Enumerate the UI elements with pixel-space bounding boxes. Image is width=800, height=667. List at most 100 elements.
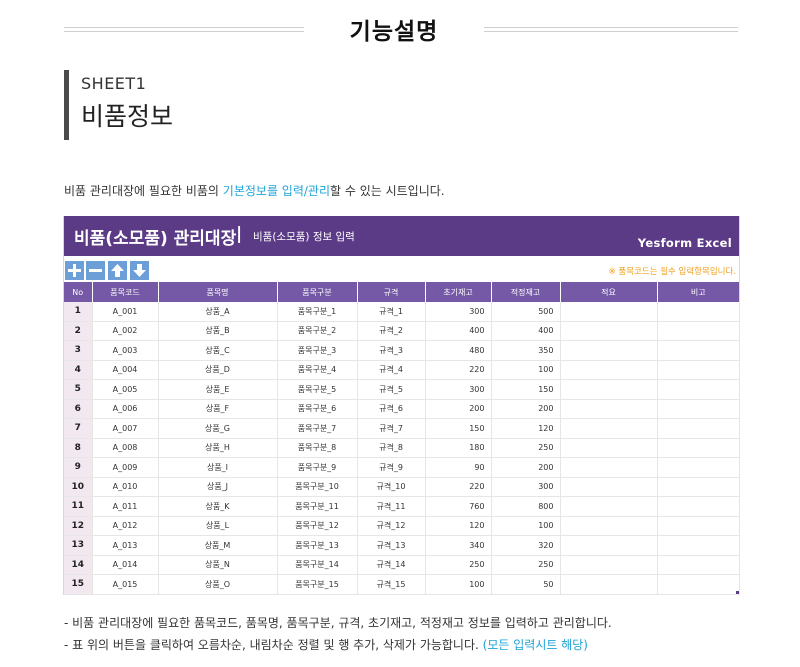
table-cell[interactable]: 800 <box>491 496 561 517</box>
table-cell[interactable]: 규격_14 <box>357 555 426 575</box>
table-cell[interactable] <box>657 555 740 575</box>
sort-descending-button[interactable] <box>130 261 149 280</box>
table-cell[interactable]: 규격_13 <box>357 535 426 556</box>
table-cell[interactable]: A_006 <box>92 399 159 419</box>
table-cell[interactable] <box>560 438 658 458</box>
table-cell[interactable]: A_011 <box>92 496 159 517</box>
table-cell[interactable]: 250 <box>491 555 561 575</box>
table-cell[interactable]: 상품_J <box>158 477 278 497</box>
table-cell[interactable]: 상품_H <box>158 438 278 458</box>
table-cell[interactable]: A_009 <box>92 457 159 478</box>
table-cell[interactable] <box>657 302 740 322</box>
table-cell[interactable]: 200 <box>491 399 561 419</box>
table-cell[interactable]: 품목구분_7 <box>277 418 358 439</box>
table-cell[interactable]: 규격_6 <box>357 399 426 419</box>
table-cell[interactable]: 300 <box>425 302 492 322</box>
table-cell[interactable]: 90 <box>425 457 492 478</box>
table-cell[interactable]: 350 <box>491 340 561 361</box>
table-cell[interactable]: A_012 <box>92 516 159 536</box>
table-cell[interactable] <box>657 535 740 556</box>
table-cell[interactable]: 상품_G <box>158 418 278 439</box>
table-cell[interactable]: 규격_7 <box>357 418 426 439</box>
table-cell[interactable]: 규격_4 <box>357 360 426 380</box>
table-cell[interactable]: 품목구분_1 <box>277 302 358 322</box>
table-cell[interactable]: 340 <box>425 535 492 556</box>
table-cell[interactable]: 품목구분_3 <box>277 340 358 361</box>
table-cell[interactable]: 품목구분_10 <box>277 477 358 497</box>
table-cell[interactable] <box>560 399 658 419</box>
table-cell[interactable]: 규격_2 <box>357 321 426 341</box>
table-cell[interactable] <box>657 360 740 380</box>
table-cell[interactable]: 300 <box>491 477 561 497</box>
table-cell[interactable]: 규격_5 <box>357 379 426 400</box>
table-cell[interactable]: A_010 <box>92 477 159 497</box>
table-cell[interactable]: 150 <box>491 379 561 400</box>
table-cell[interactable]: 250 <box>425 555 492 575</box>
table-cell[interactable] <box>560 496 658 517</box>
table-cell[interactable]: 상품_D <box>158 360 278 380</box>
table-cell[interactable]: 50 <box>491 574 561 595</box>
table-cell[interactable] <box>657 418 740 439</box>
table-cell[interactable]: 220 <box>425 360 492 380</box>
table-cell[interactable] <box>657 399 740 419</box>
table-cell[interactable]: 100 <box>491 360 561 380</box>
table-cell[interactable]: 품목구분_6 <box>277 399 358 419</box>
table-cell[interactable] <box>657 516 740 536</box>
table-cell[interactable] <box>657 457 740 478</box>
table-cell[interactable]: 400 <box>491 321 561 341</box>
table-cell[interactable] <box>560 457 658 478</box>
table-cell[interactable]: 규격_15 <box>357 574 426 595</box>
table-cell[interactable]: 품목구분_2 <box>277 321 358 341</box>
table-cell[interactable]: 150 <box>425 418 492 439</box>
table-cell[interactable]: 760 <box>425 496 492 517</box>
table-cell[interactable] <box>560 340 658 361</box>
table-cell[interactable]: 상품_A <box>158 302 278 322</box>
table-cell[interactable]: 400 <box>425 321 492 341</box>
table-cell[interactable]: 100 <box>425 574 492 595</box>
table-cell[interactable] <box>560 321 658 341</box>
table-cell[interactable]: 규격_9 <box>357 457 426 478</box>
table-cell[interactable] <box>657 574 740 595</box>
table-cell[interactable]: 규격_11 <box>357 496 426 517</box>
table-cell[interactable] <box>560 477 658 497</box>
table-cell[interactable]: A_007 <box>92 418 159 439</box>
table-cell[interactable] <box>657 379 740 400</box>
table-cell[interactable] <box>560 555 658 575</box>
table-cell[interactable] <box>657 496 740 517</box>
table-cell[interactable]: A_014 <box>92 555 159 575</box>
table-cell[interactable]: 320 <box>491 535 561 556</box>
table-cell[interactable]: 500 <box>491 302 561 322</box>
table-cell[interactable] <box>657 321 740 341</box>
table-cell[interactable]: A_002 <box>92 321 159 341</box>
table-cell[interactable] <box>560 360 658 380</box>
table-cell[interactable]: 품목구분_11 <box>277 496 358 517</box>
table-cell[interactable]: 품목구분_9 <box>277 457 358 478</box>
sort-ascending-button[interactable] <box>108 261 127 280</box>
table-cell[interactable]: 품목구분_12 <box>277 516 358 536</box>
table-cell[interactable]: A_004 <box>92 360 159 380</box>
table-cell[interactable]: 상품_C <box>158 340 278 361</box>
table-cell[interactable] <box>560 574 658 595</box>
table-cell[interactable]: 300 <box>425 379 492 400</box>
table-cell[interactable]: 250 <box>491 438 561 458</box>
table-cell[interactable]: 규격_3 <box>357 340 426 361</box>
table-cell[interactable]: A_001 <box>92 302 159 322</box>
add-row-button[interactable] <box>65 261 84 280</box>
table-cell[interactable] <box>560 516 658 536</box>
table-cell[interactable]: A_005 <box>92 379 159 400</box>
table-cell[interactable]: 품목구분_15 <box>277 574 358 595</box>
table-cell[interactable]: 규격_12 <box>357 516 426 536</box>
table-cell[interactable]: A_013 <box>92 535 159 556</box>
delete-row-button[interactable] <box>86 261 105 280</box>
table-cell[interactable]: 상품_M <box>158 535 278 556</box>
table-cell[interactable]: 220 <box>425 477 492 497</box>
table-cell[interactable]: 200 <box>491 457 561 478</box>
table-cell[interactable]: A_008 <box>92 438 159 458</box>
table-cell[interactable] <box>560 379 658 400</box>
table-cell[interactable]: 100 <box>491 516 561 536</box>
table-cell[interactable] <box>560 535 658 556</box>
table-cell[interactable]: A_015 <box>92 574 159 595</box>
table-cell[interactable]: 규격_1 <box>357 302 426 322</box>
table-cell[interactable]: 품목구분_5 <box>277 379 358 400</box>
table-cell[interactable] <box>560 418 658 439</box>
